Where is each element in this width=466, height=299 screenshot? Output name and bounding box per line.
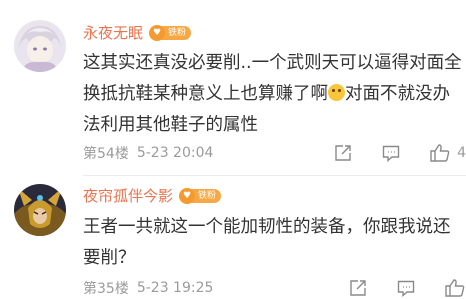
comment-actions — [320, 277, 466, 299]
comment-meta: 第54楼 5-23 20:04 4 — [83, 142, 466, 164]
reply-button[interactable] — [381, 143, 401, 163]
reply-icon — [382, 145, 400, 163]
like-button[interactable]: 4 — [429, 143, 466, 163]
comment-meta: 第35楼 5-23 19:25 — [83, 277, 466, 299]
timestamp: 5-23 20:04 — [136, 145, 214, 161]
like-icon — [430, 144, 450, 162]
like-icon — [445, 279, 465, 297]
comment-header: 夜帘孤伴今影 ♥ 铁粉 — [83, 186, 222, 206]
share-button[interactable] — [333, 143, 353, 163]
like-button[interactable] — [444, 278, 466, 298]
heart-icon: ♥ — [149, 25, 166, 41]
comment-text: 王者一共就这一个能加韧性的装备，你跟我说还要削？ — [83, 217, 451, 268]
avatar[interactable] — [14, 20, 66, 72]
share-icon — [350, 280, 366, 296]
floor-number: 第35楼 — [83, 281, 129, 297]
comment-header: 永夜无眠 ♥ 铁粉 — [83, 23, 192, 43]
comment-actions: 4 — [305, 142, 466, 164]
fan-badge: ♥ 铁粉 — [149, 25, 192, 41]
avatar[interactable] — [14, 184, 66, 236]
timestamp: 5-23 19:25 — [136, 280, 214, 296]
comment-item: 永夜无眠 ♥ 铁粉 这其实还真没必要削..一个武则天可以逼得对面全换抵抗鞋某种意… — [0, 0, 466, 165]
doge-emoji-icon — [328, 84, 345, 101]
badge-label: 铁粉 — [161, 26, 192, 40]
heart-icon: ♥ — [179, 188, 196, 204]
floor-number: 第54楼 — [83, 146, 129, 162]
username[interactable]: 夜帘孤伴今影 — [83, 186, 173, 206]
reply-icon — [397, 280, 415, 298]
like-count: 4 — [457, 145, 466, 161]
fan-badge: ♥ 铁粉 — [179, 188, 222, 204]
username[interactable]: 永夜无眠 — [83, 23, 143, 43]
comment-item: 夜帘孤伴今影 ♥ 铁粉 王者一共就这一个能加韧性的装备，你跟我说还要削？ 第35… — [0, 176, 466, 298]
share-icon — [335, 145, 351, 161]
reply-button[interactable] — [396, 278, 416, 298]
badge-label: 铁粉 — [191, 189, 222, 203]
comment-text: 这其实还真没必要削..一个武则天可以逼得对面全换抵抗鞋某种意义上也算赚了啊 对面不… — [83, 48, 463, 141]
share-button[interactable] — [348, 278, 368, 298]
